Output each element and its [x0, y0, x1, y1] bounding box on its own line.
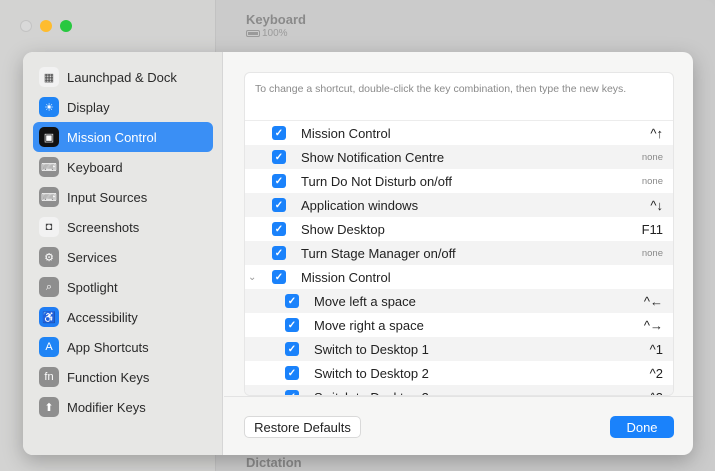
mission-control-icon: ▣	[39, 127, 59, 147]
modifier-keys-icon: ⬆	[39, 397, 59, 417]
sidebar-item-label: Launchpad & Dock	[67, 69, 177, 85]
shortcut-keys[interactable]: none	[642, 248, 663, 259]
shortcut-label: Application windows	[301, 197, 419, 213]
shortcut-row[interactable]: ✓ Switch to Desktop 1 ^1	[245, 337, 673, 361]
shortcuts-sidebar: ▦ Launchpad & Dock ☀ Display ▣ Mission Contro…	[23, 52, 223, 455]
sidebar-item-label: Accessibility	[67, 309, 138, 325]
shortcut-keys[interactable]: ^↓	[650, 198, 663, 213]
sidebar-item-function-keys[interactable]: fn Function Keys	[33, 362, 213, 392]
sidebar-item-label: App Shortcuts	[67, 339, 149, 355]
battery-status: 100%	[246, 28, 288, 39]
input-sources-icon: ⌨	[39, 187, 59, 207]
window-title: Keyboard	[246, 12, 306, 27]
shortcut-label: Show Desktop	[301, 221, 385, 237]
keyboard-icon: ⌨	[39, 157, 59, 177]
shortcut-keys[interactable]: ^←	[644, 294, 663, 309]
shortcut-keys[interactable]: none	[642, 152, 663, 163]
sidebar-item-label: Input Sources	[67, 189, 148, 205]
shortcuts-list[interactable]: To change a shortcut, double-click the k…	[244, 72, 674, 396]
shortcut-checkbox[interactable]: ✓	[272, 270, 286, 284]
sidebar-item-label: Services	[67, 249, 117, 265]
sidebar-item-screenshots[interactable]: ◘ Screenshots	[33, 212, 213, 242]
shortcut-row[interactable]: ✓Switch to Desktop 3^3	[245, 385, 673, 395]
shortcut-row[interactable]: ✓ Turn Stage Manager on/off none	[245, 241, 673, 265]
shortcut-keys[interactable]: none	[642, 176, 663, 187]
launchpad-icon: ▦	[39, 67, 59, 87]
shortcut-checkbox[interactable]: ✓	[272, 126, 286, 140]
zoom-button[interactable]	[60, 20, 72, 32]
hint-text: To change a shortcut, double-click the k…	[245, 73, 673, 121]
keyboard-shortcuts-sheet: ▦ Launchpad & Dock ☀ Display ▣ Mission Contro…	[23, 52, 693, 455]
shortcut-label: Turn Do Not Disturb on/off	[301, 173, 453, 189]
shortcut-row[interactable]: ✓ Show Notification Centre none	[245, 145, 673, 169]
shortcut-row[interactable]: ⌄ ✓ Mission Control	[245, 265, 673, 289]
minimize-button[interactable]	[40, 20, 52, 32]
sidebar-item-app-shortcuts[interactable]: A App Shortcuts	[33, 332, 213, 362]
shortcut-label: Turn Stage Manager on/off	[301, 245, 456, 261]
shortcut-row[interactable]: ✓ Turn Do Not Disturb on/off none	[245, 169, 673, 193]
restore-defaults-button[interactable]: Restore Defaults	[244, 416, 361, 438]
close-button[interactable]	[20, 20, 32, 32]
chevron-down-icon[interactable]: ⌄	[248, 272, 256, 283]
sidebar-item-mission-control[interactable]: ▣ Mission Control	[33, 122, 213, 152]
shortcut-label: Move right a space	[314, 317, 424, 333]
sidebar-item-keyboard[interactable]: ⌨ Keyboard	[33, 152, 213, 182]
function-keys-icon: fn	[39, 367, 59, 387]
sidebar-item-label: Screenshots	[67, 219, 140, 235]
screenshots-icon: ◘	[39, 217, 59, 237]
sidebar-item-label: Function Keys	[67, 369, 150, 385]
shortcut-row[interactable]: ✓ Move left a space ^←	[245, 289, 673, 313]
shortcut-keys[interactable]: ^2	[650, 366, 663, 381]
shortcut-keys[interactable]: F11	[642, 222, 663, 237]
sidebar-item-label: Mission Control	[67, 129, 157, 145]
battery-level: 100%	[262, 28, 288, 39]
services-icon: ⚙	[39, 247, 59, 267]
shortcut-row[interactable]: ✓ Move right a space ^→	[245, 313, 673, 337]
spotlight-icon: ⌕	[39, 277, 59, 297]
dictation-heading: Dictation	[246, 455, 302, 470]
sidebar-item-display[interactable]: ☀ Display	[33, 92, 213, 122]
battery-icon	[246, 30, 260, 37]
shortcut-keys[interactable]: ^↑	[650, 126, 663, 141]
done-button[interactable]: Done	[610, 416, 674, 438]
shortcut-label: Switch to Desktop 1	[314, 341, 429, 357]
sidebar-item-label: Display	[67, 99, 110, 115]
shortcut-row[interactable]: ✓ Switch to Desktop 2 ^2	[245, 361, 673, 385]
shortcut-checkbox[interactable]: ✓	[272, 246, 286, 260]
display-icon: ☀	[39, 97, 59, 117]
shortcut-checkbox[interactable]: ✓	[272, 174, 286, 188]
shortcut-checkbox[interactable]: ✓	[272, 222, 286, 236]
sidebar-item-launchpad-dock[interactable]: ▦ Launchpad & Dock	[33, 62, 213, 92]
sheet-footer: Restore Defaults Done	[224, 396, 693, 455]
sidebar-item-label: Spotlight	[67, 279, 118, 295]
app-shortcuts-icon: A	[39, 337, 59, 357]
sidebar-item-input-sources[interactable]: ⌨ Input Sources	[33, 182, 213, 212]
shortcut-checkbox[interactable]: ✓	[285, 294, 299, 308]
shortcut-checkbox[interactable]: ✓	[285, 342, 299, 356]
shortcut-label: Mission Control	[301, 269, 391, 285]
shortcut-keys[interactable]: ^1	[650, 342, 663, 357]
sidebar-item-accessibility[interactable]: ♿ Accessibility	[33, 302, 213, 332]
shortcut-label: Move left a space	[314, 293, 416, 309]
shortcut-row[interactable]: ✓ Application windows ^↓	[245, 193, 673, 217]
shortcut-checkbox[interactable]: ✓	[272, 150, 286, 164]
shortcut-label: Show Notification Centre	[301, 149, 445, 165]
sidebar-item-spotlight[interactable]: ⌕ Spotlight	[33, 272, 213, 302]
shortcut-row[interactable]: ✓ Mission Control ^↑	[245, 121, 673, 145]
shortcut-checkbox[interactable]: ✓	[272, 198, 286, 212]
shortcut-checkbox[interactable]: ✓	[285, 318, 299, 332]
sidebar-item-label: Keyboard	[67, 159, 123, 175]
shortcut-checkbox[interactable]: ✓	[285, 366, 299, 380]
sidebar-item-label: Modifier Keys	[67, 399, 146, 415]
sidebar-item-modifier-keys[interactable]: ⬆ Modifier Keys	[33, 392, 213, 422]
shortcut-label: Switch to Desktop 2	[314, 365, 429, 381]
accessibility-icon: ♿	[39, 307, 59, 327]
shortcut-keys[interactable]: ^→	[644, 318, 663, 333]
shortcut-row[interactable]: ✓ Show Desktop F11	[245, 217, 673, 241]
shortcut-label: Mission Control	[301, 125, 391, 141]
sidebar-item-services[interactable]: ⚙ Services	[33, 242, 213, 272]
